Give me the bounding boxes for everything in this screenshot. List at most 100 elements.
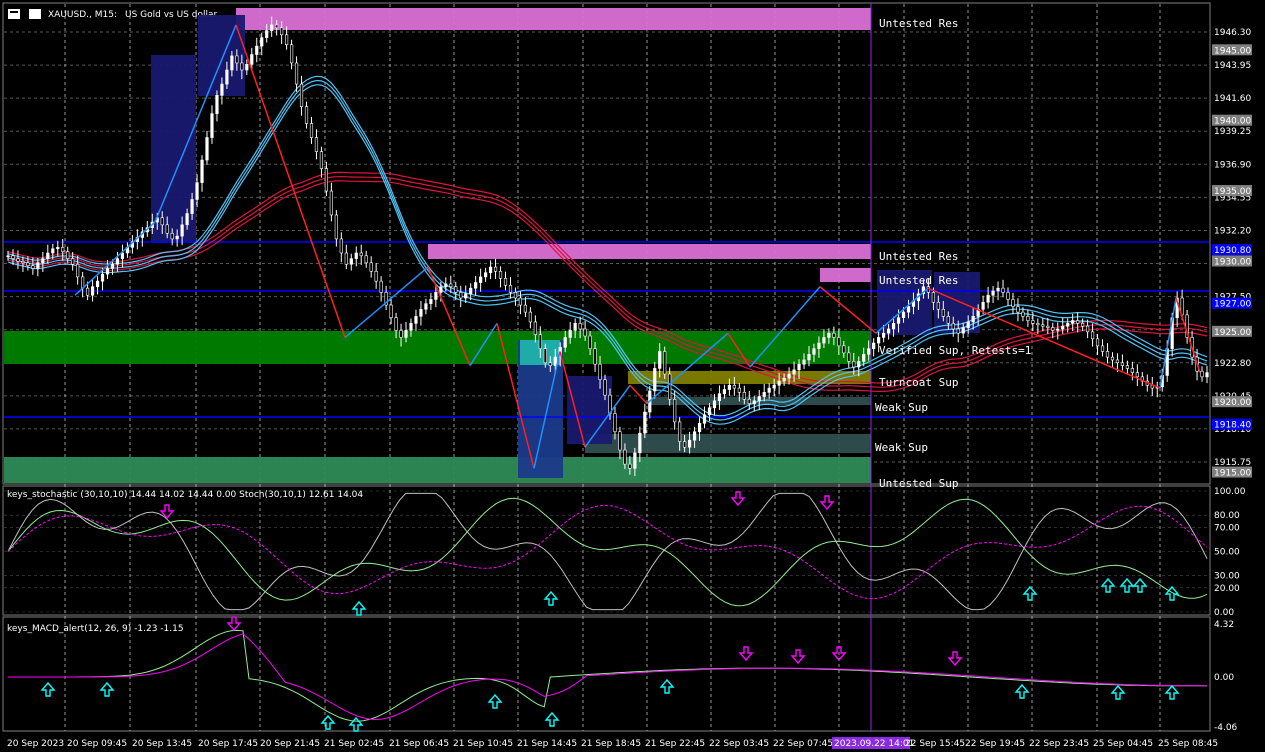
candle-body bbox=[484, 272, 488, 278]
candle-body bbox=[434, 292, 438, 300]
candle-body bbox=[792, 369, 796, 375]
candle-body bbox=[628, 463, 632, 469]
zone-label-untested-res-3: Untested Res bbox=[879, 274, 958, 287]
candle-body bbox=[170, 232, 174, 240]
time-axis-label: 20 Sep 09:45 bbox=[67, 739, 127, 749]
price-axis-blue-label: 1918.40 bbox=[1214, 421, 1251, 431]
candle-body bbox=[732, 384, 736, 389]
down-arrow-icon bbox=[790, 649, 806, 665]
candle-body bbox=[1115, 359, 1120, 364]
up-arrow-icon bbox=[1119, 577, 1135, 593]
candle-body bbox=[354, 252, 358, 259]
candle-body bbox=[727, 384, 731, 390]
candle-body bbox=[1031, 320, 1035, 324]
candle-body bbox=[374, 270, 378, 282]
candle-body bbox=[1006, 292, 1010, 300]
time-axis-label: 22 Sep 03:45 bbox=[709, 739, 769, 749]
candle-body bbox=[638, 432, 642, 454]
zone-label-untested-sup: Untested Sup bbox=[879, 477, 958, 490]
candle-body bbox=[1021, 311, 1025, 317]
candle-body bbox=[593, 348, 597, 365]
candle-body bbox=[454, 286, 458, 293]
price-axis-highlight-label: 1920.00 bbox=[1214, 398, 1251, 408]
candle-body bbox=[1016, 306, 1020, 313]
candle-body bbox=[314, 137, 319, 152]
candle-body bbox=[250, 54, 254, 65]
candle-body bbox=[996, 287, 1000, 292]
chart-window-icon bbox=[8, 9, 20, 19]
candle-body bbox=[319, 151, 324, 169]
candle-body bbox=[951, 323, 955, 330]
time-axis-label: 20 Sep 17:45 bbox=[198, 739, 258, 749]
candle-body bbox=[931, 292, 935, 303]
candle-body bbox=[837, 337, 841, 347]
stoch-axis-label: 100.00 bbox=[1214, 487, 1246, 497]
time-axis-label: 21 Sep 22:45 bbox=[645, 739, 705, 749]
untested-res-zone-3 bbox=[820, 268, 871, 282]
down-arrow-icon bbox=[947, 651, 963, 667]
candle-body bbox=[498, 270, 503, 279]
candle-body bbox=[459, 292, 463, 299]
candle-body bbox=[86, 287, 90, 296]
candle-body bbox=[195, 182, 199, 200]
signal-arrows bbox=[40, 491, 1180, 732]
candle-body bbox=[578, 323, 582, 330]
up-arrow-icon bbox=[1164, 585, 1180, 601]
candle-body bbox=[852, 361, 856, 368]
down-arrow-icon bbox=[226, 616, 242, 632]
down-arrow-icon bbox=[819, 495, 835, 511]
candle-body bbox=[419, 308, 423, 317]
candle-body bbox=[613, 413, 617, 433]
candle-body bbox=[1076, 320, 1080, 324]
candle-body bbox=[533, 321, 537, 335]
up-arrow-icon bbox=[1110, 684, 1126, 700]
candle-body bbox=[523, 304, 528, 313]
candle-body bbox=[603, 379, 607, 396]
candle-body bbox=[399, 330, 403, 338]
stoch-axis-label: 50.00 bbox=[1214, 548, 1240, 558]
candle-body bbox=[901, 311, 906, 319]
stoch-label: keys_stochastic (30,10,10) 14.44 14.02 1… bbox=[7, 490, 363, 500]
candle-body bbox=[673, 399, 677, 423]
time-axis-label: 21 Sep 18:45 bbox=[581, 739, 641, 749]
candle-body bbox=[767, 387, 771, 393]
candle-body bbox=[200, 159, 204, 183]
candle-body bbox=[847, 352, 851, 362]
candle-body bbox=[220, 83, 224, 96]
zone-label-untested-res-2: Untested Res bbox=[879, 250, 958, 263]
zone-label-weak-sup-1: Weak Sup bbox=[875, 401, 928, 414]
stoch-axis-label: 80.00 bbox=[1214, 511, 1240, 521]
chart-canvas[interactable]: XAUUSD., M15: US Gold vs US dollar Untes… bbox=[0, 0, 1265, 752]
candle-body bbox=[563, 337, 567, 348]
candle-body bbox=[722, 389, 727, 395]
stoch-axis-label: 20.00 bbox=[1214, 584, 1240, 594]
candle-body bbox=[190, 199, 194, 214]
candle-body bbox=[439, 286, 443, 293]
zone-label-turncoat-sup: Turncoat Sup bbox=[879, 376, 958, 389]
candle-body bbox=[737, 387, 741, 393]
time-axis-label: 22 Sep 15:45 bbox=[905, 739, 965, 749]
candle-body bbox=[991, 290, 995, 296]
candle-body bbox=[1056, 328, 1060, 331]
time-axis-label: 20 Sep 21:45 bbox=[260, 739, 320, 749]
price-axis-label: 1943.95 bbox=[1214, 61, 1251, 71]
zone-labels: Untested Res Untested Res Untested Res V… bbox=[875, 17, 1031, 490]
candle-body bbox=[827, 332, 831, 338]
candle-body bbox=[110, 263, 115, 269]
macd-lines bbox=[8, 629, 1207, 722]
price-axis[interactable]: 1946.301943.951941.601939.251936.901934.… bbox=[1212, 28, 1252, 479]
candle-body bbox=[409, 323, 413, 331]
candle-body bbox=[653, 368, 657, 392]
candle-body bbox=[175, 235, 179, 240]
candle-body bbox=[479, 276, 483, 283]
candle-body bbox=[683, 441, 687, 448]
candle-body bbox=[906, 306, 911, 313]
time-axis[interactable]: 20 Sep 2023 20 Sep 09:45 20 Sep 13:45 20 Se… bbox=[7, 737, 1218, 749]
price-axis-blue-label: 1930.80 bbox=[1214, 246, 1251, 256]
candle-body bbox=[493, 266, 498, 272]
candle-body bbox=[896, 317, 901, 324]
candle-body bbox=[633, 452, 637, 469]
candle-body bbox=[886, 328, 891, 334]
stoch-lines bbox=[7, 492, 1208, 611]
candle-body bbox=[518, 297, 523, 306]
